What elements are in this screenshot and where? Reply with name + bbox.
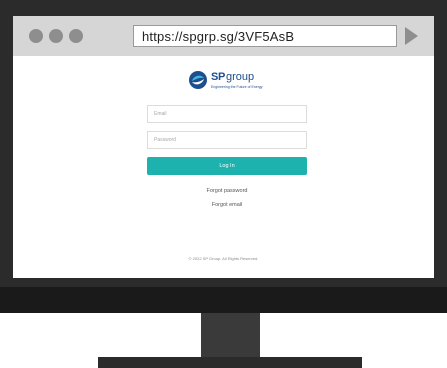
browser-dot-icon[interactable] [29,29,43,43]
monitor-stand-neck [201,313,260,357]
monitor-chin [0,287,447,313]
logo-text-group: group [226,71,255,83]
login-button[interactable]: Log In [147,157,307,175]
screen: https://spgrp.sg/3VF5AsB SP group Engine… [13,16,434,278]
logo-text-sp: SP [211,71,226,83]
logo-tagline: Engineering the Future of Energy [211,85,263,89]
password-field[interactable] [147,131,307,149]
browser-dot-icon[interactable] [49,29,63,43]
go-arrow-icon[interactable] [405,27,418,45]
browser-dot-icon[interactable] [69,29,83,43]
forgot-email-link[interactable]: Forgot email [147,202,307,208]
email-field[interactable] [147,105,307,123]
address-bar[interactable]: https://spgrp.sg/3VF5AsB [133,25,397,47]
sp-group-logo: SP group Engineering the Future of Energ… [188,68,268,94]
monitor-stand-base [98,357,362,368]
copyright-text: © 2022 SP Group. All Rights Reserved. [188,256,259,261]
forgot-password-link[interactable]: Forgot password [147,188,307,194]
browser-toolbar: https://spgrp.sg/3VF5AsB [13,16,434,56]
sp-logo-icon [189,71,207,89]
